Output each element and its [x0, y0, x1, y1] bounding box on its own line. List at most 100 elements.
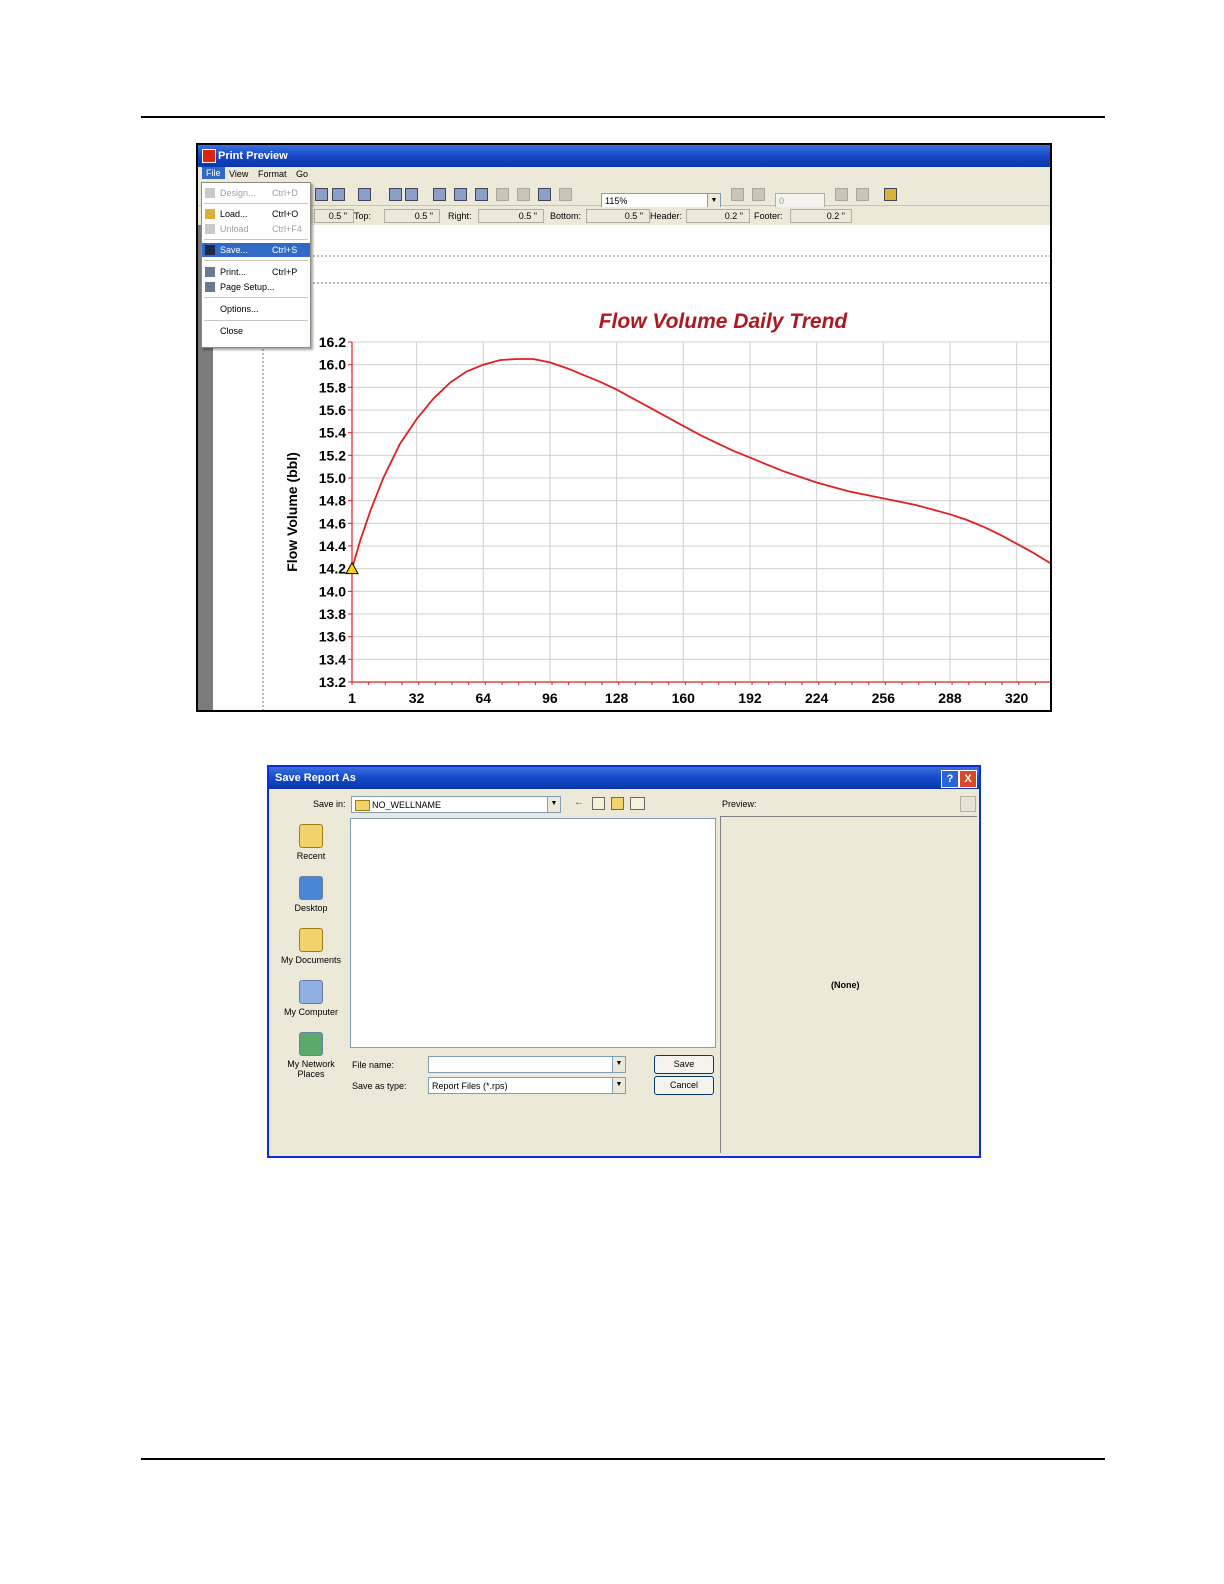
- prev-page-icon[interactable]: [752, 188, 765, 201]
- menubar: File View Format Go: [198, 167, 1050, 181]
- menu-item-load[interactable]: Load... Ctrl+O: [202, 207, 310, 221]
- book-icon[interactable]: [332, 188, 345, 201]
- network-icon: [299, 1032, 323, 1056]
- margin-right-field[interactable]: 0.5 ": [478, 209, 544, 223]
- place-desktop[interactable]: Desktop: [280, 876, 342, 913]
- place-my-computer[interactable]: My Computer: [280, 980, 342, 1017]
- place-label: My Network Places: [287, 1059, 335, 1079]
- x-tick-label: 128: [605, 690, 629, 706]
- menu-separator: [204, 260, 308, 261]
- save-in-select[interactable]: NO_WELLNAME ▼: [351, 796, 561, 813]
- y-tick-label: 14.6: [319, 515, 346, 531]
- page-number-value: 0: [779, 196, 785, 206]
- margin-top-field[interactable]: 0.5 ": [384, 209, 440, 223]
- next-page-icon[interactable]: [835, 188, 848, 201]
- save-button[interactable]: Save: [654, 1055, 714, 1074]
- copy-icon[interactable]: [389, 188, 402, 201]
- place-label: My Documents: [280, 955, 342, 965]
- place-my-network[interactable]: My Network Places: [280, 1032, 342, 1079]
- thumbnail-icon[interactable]: [538, 188, 551, 201]
- save-in-value: NO_WELLNAME: [372, 800, 442, 810]
- chevron-down-icon[interactable]: ▼: [707, 194, 720, 208]
- margin-bottom-field[interactable]: 0.5 ": [586, 209, 650, 223]
- menu-format[interactable]: Format: [258, 169, 287, 179]
- y-axis-label: Flow Volume (bbl): [284, 452, 300, 572]
- x-tick-label: 160: [672, 690, 696, 706]
- margin-top-label: Top:: [354, 211, 372, 221]
- place-recent[interactable]: Recent: [280, 824, 342, 861]
- place-label: Desktop: [294, 903, 328, 913]
- two-page-icon[interactable]: [454, 188, 467, 201]
- new-folder-icon[interactable]: [611, 797, 624, 810]
- file-list[interactable]: [350, 818, 716, 1048]
- margin-bar: 0.5 " Top: 0.5 " Right: 0.5 " Bottom: 0.…: [198, 207, 1050, 226]
- fit-page-icon[interactable]: [475, 188, 488, 201]
- file-menu: Design... Ctrl+D Load... Ctrl+O Unload C…: [201, 182, 311, 348]
- margin-footer-label: Footer:: [754, 211, 783, 221]
- preview-toggle-icon[interactable]: [960, 796, 976, 812]
- multi-page-icon[interactable]: [517, 188, 530, 201]
- first-page-icon[interactable]: [731, 188, 744, 201]
- margin-header-field[interactable]: 0.2 ": [686, 209, 750, 223]
- back-icon[interactable]: ←: [574, 797, 585, 808]
- up-folder-icon[interactable]: [592, 797, 605, 810]
- menu-file[interactable]: File: [202, 167, 225, 179]
- y-tick-label: 13.8: [319, 606, 346, 622]
- view-menu-icon[interactable]: [630, 797, 645, 810]
- y-tick-label: 13.4: [319, 651, 346, 667]
- menu-go[interactable]: Go: [296, 169, 308, 179]
- y-tick-label: 15.6: [319, 402, 346, 418]
- menu-item-unload[interactable]: Unload Ctrl+F4: [202, 222, 310, 236]
- chevron-down-icon[interactable]: ▼: [612, 1057, 625, 1072]
- y-tick-label: 15.8: [319, 379, 346, 395]
- place-my-documents[interactable]: My Documents: [280, 928, 342, 965]
- menu-item-label: Close: [220, 326, 244, 336]
- menu-item-label: Options...: [220, 304, 259, 314]
- menu-item-page-setup[interactable]: Page Setup...: [202, 280, 310, 294]
- save-in-label: Save in:: [313, 799, 346, 809]
- preview-label: Preview:: [722, 799, 757, 809]
- page-width-icon[interactable]: [496, 188, 509, 201]
- y-tick-label: 15.4: [319, 425, 346, 441]
- margin-footer-field[interactable]: 0.2 ": [790, 209, 852, 223]
- x-tick-label: 224: [805, 690, 829, 706]
- calendar-icon[interactable]: [559, 188, 572, 201]
- x-tick-label: 320: [1005, 690, 1029, 706]
- save-as-type-select[interactable]: Report Files (*.rps) ▼: [428, 1077, 626, 1094]
- margin-left-field[interactable]: 0.5 ": [314, 209, 354, 223]
- desktop-icon: [299, 876, 323, 900]
- menu-separator: [204, 297, 308, 298]
- menu-item-save[interactable]: Save... Ctrl+S: [202, 243, 310, 257]
- grid-icon[interactable]: [358, 188, 371, 201]
- menu-item-print[interactable]: Print... Ctrl+P: [202, 265, 310, 279]
- last-page-icon[interactable]: [856, 188, 869, 201]
- margin-header-label: Header:: [650, 211, 683, 221]
- y-tick-label: 15.0: [319, 470, 346, 486]
- printer-toolbar-icon[interactable]: [315, 188, 328, 201]
- menu-item-close[interactable]: Close: [202, 324, 310, 338]
- menu-item-design[interactable]: Design... Ctrl+D: [202, 186, 310, 200]
- y-tick-label: 15.2: [319, 447, 346, 463]
- menu-view[interactable]: View: [229, 169, 248, 179]
- zoom-value: 115%: [605, 196, 628, 206]
- single-page-icon[interactable]: [433, 188, 446, 201]
- y-tick-label: 14.4: [319, 538, 346, 554]
- cancel-button[interactable]: Cancel: [654, 1076, 714, 1095]
- file-name-input[interactable]: ▼: [428, 1056, 626, 1073]
- design-icon: [205, 188, 215, 198]
- save-as-type-value: Report Files (*.rps): [432, 1081, 508, 1091]
- dialog-title: Save Report As: [275, 772, 356, 784]
- report-page: Flow Volume Daily Trend 16.2 16.0 15.8 15.6 1…: [213, 225, 1050, 710]
- x-tick-label: 1: [348, 690, 356, 706]
- place-label: My Computer: [283, 1007, 338, 1017]
- menu-item-shortcut: Ctrl+S: [272, 245, 298, 255]
- chevron-down-icon[interactable]: ▼: [547, 797, 560, 812]
- page-setup-icon: [205, 282, 215, 292]
- chevron-down-icon[interactable]: ▼: [612, 1078, 625, 1093]
- menu-item-options[interactable]: Options...: [202, 302, 310, 316]
- place-label: Recent: [296, 851, 326, 861]
- exit-icon[interactable]: [884, 188, 897, 201]
- help-button[interactable]: ?: [941, 770, 959, 788]
- find-icon[interactable]: [405, 188, 418, 201]
- close-button[interactable]: X: [959, 770, 977, 788]
